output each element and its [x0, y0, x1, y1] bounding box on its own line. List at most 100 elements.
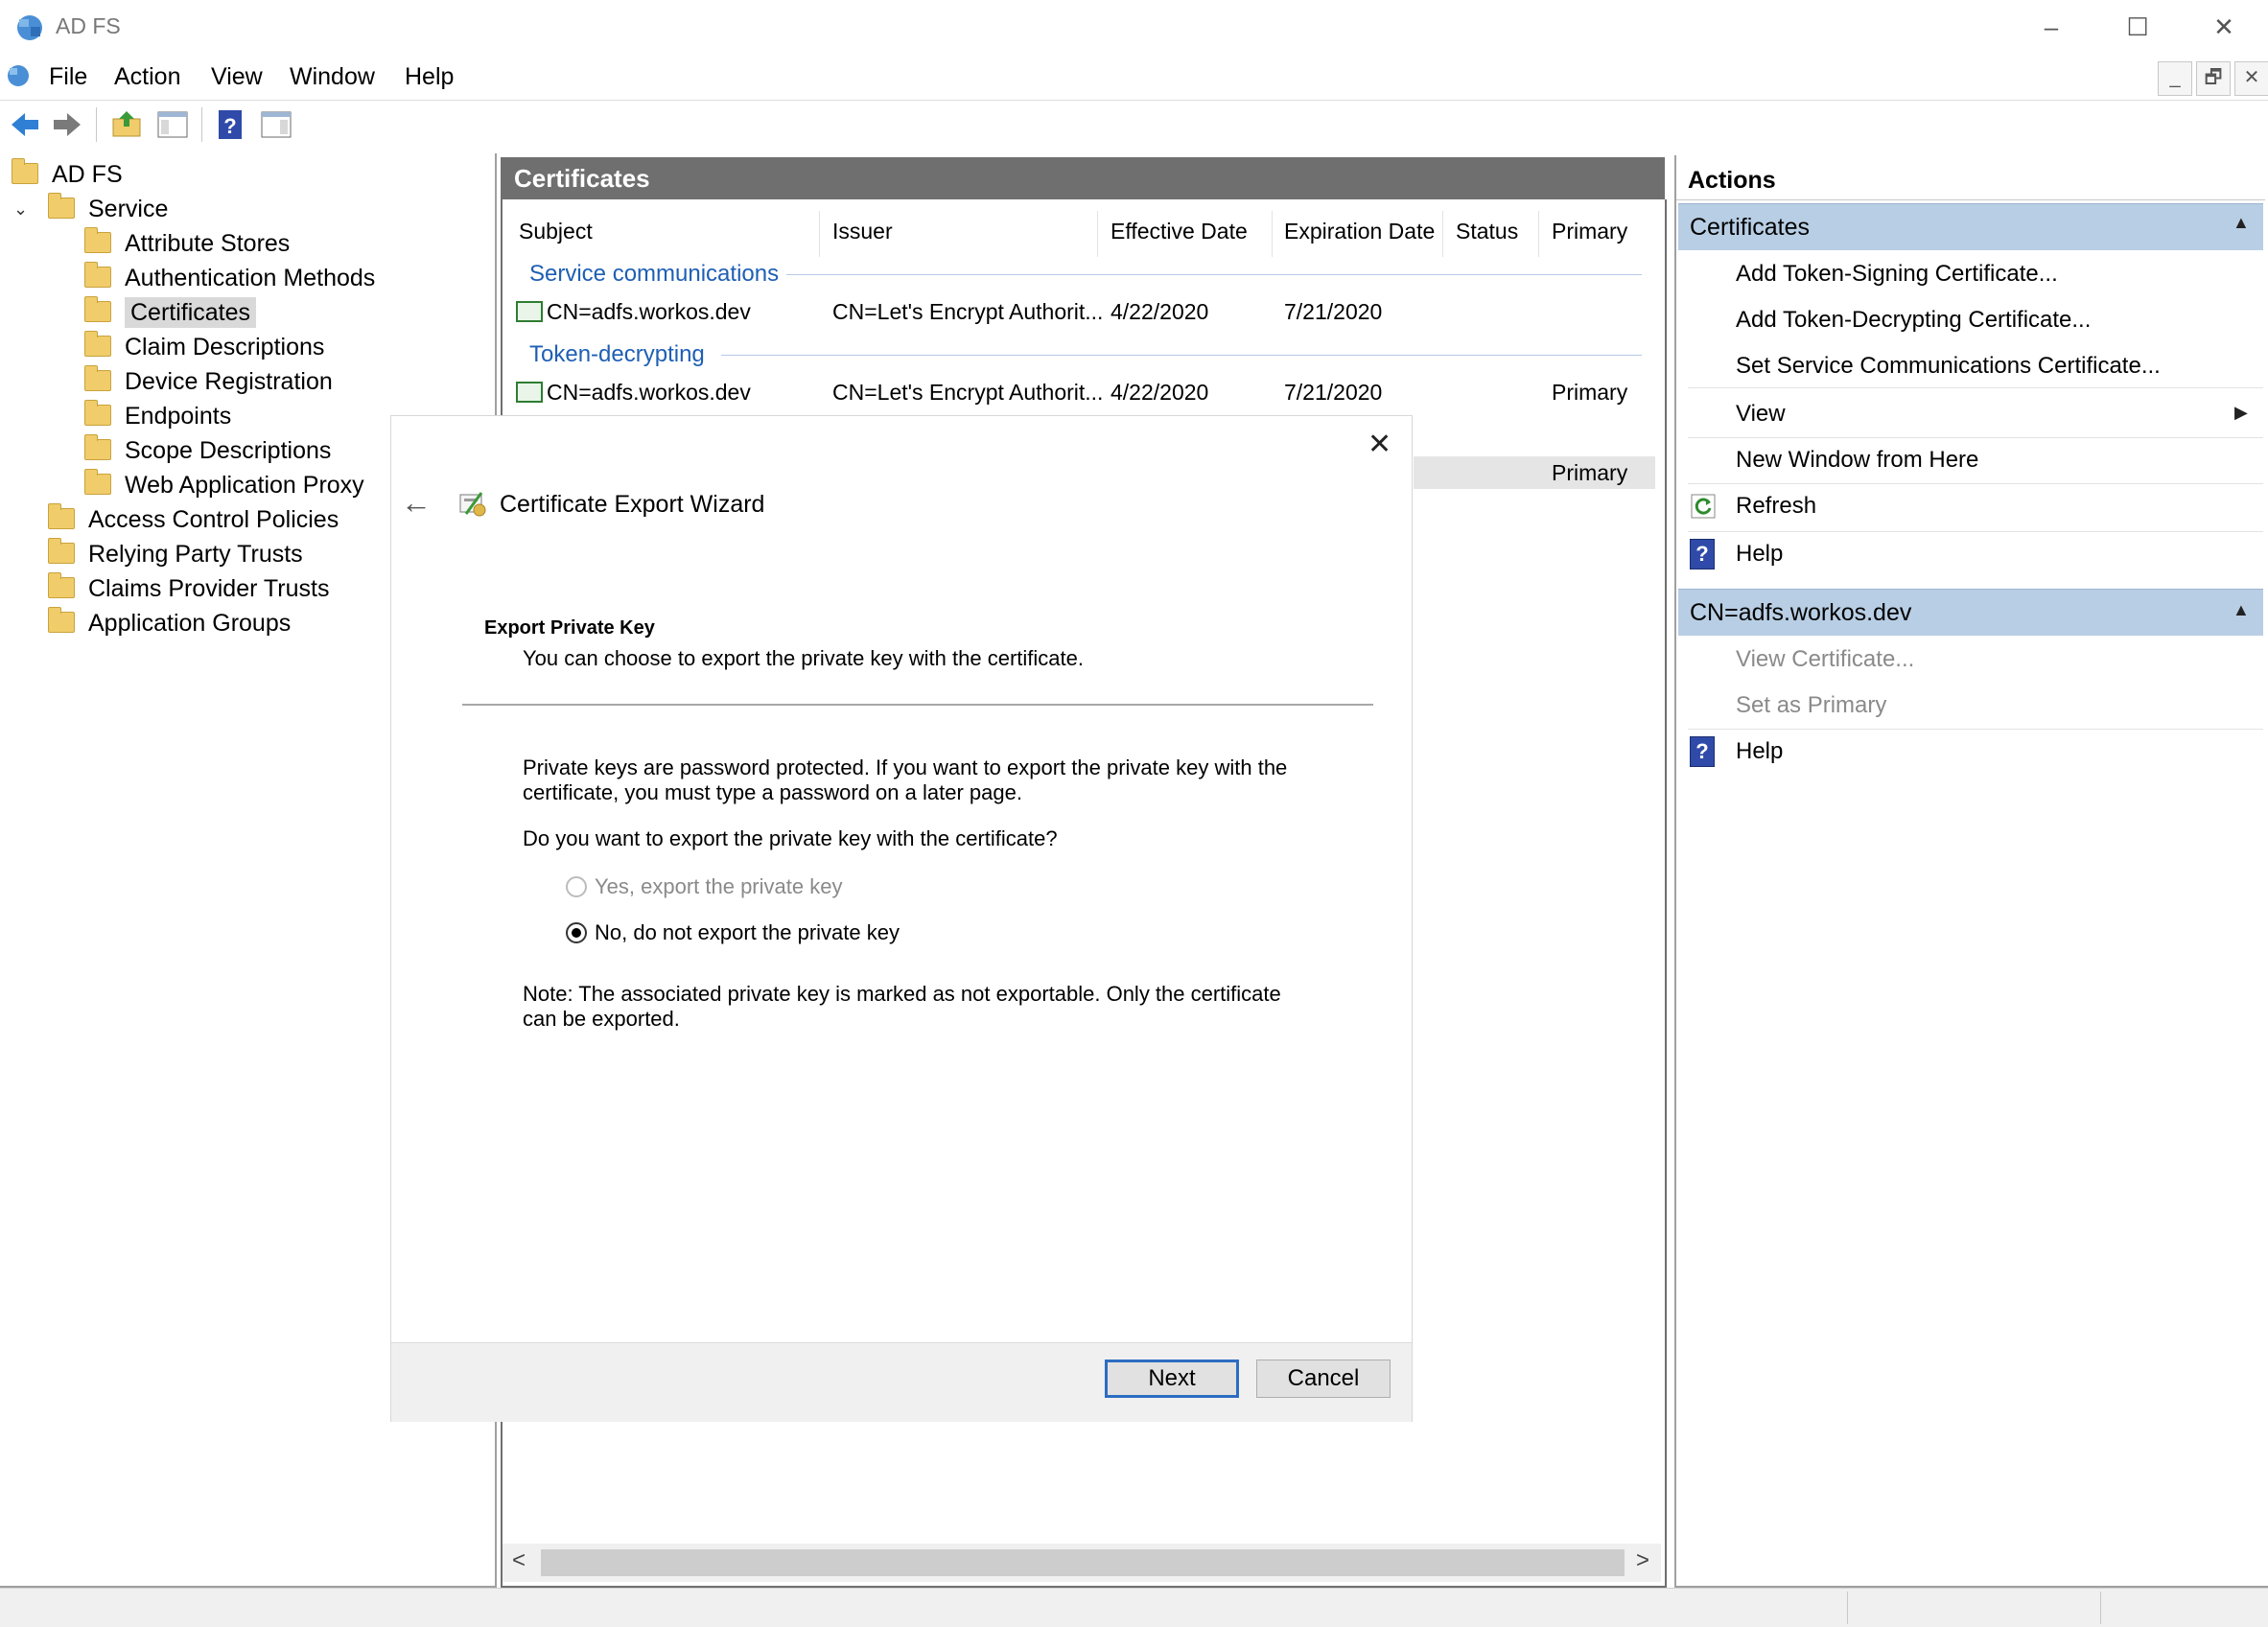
- radio-yes-export: [566, 876, 587, 897]
- actions-separator: [1688, 387, 2263, 388]
- mdi-close-button[interactable]: ✕: [2234, 61, 2268, 96]
- actions-separator: [1688, 729, 2263, 730]
- svg-text:?: ?: [223, 114, 236, 138]
- mdi-restore-button[interactable]: 🗗: [2196, 61, 2231, 96]
- scroll-left-arrow-icon[interactable]: <: [512, 1547, 526, 1574]
- status-divider: [2100, 1592, 2101, 1624]
- console-icon[interactable]: [4, 61, 33, 90]
- folder-icon: [48, 572, 75, 598]
- up-folder-icon[interactable]: [109, 107, 144, 142]
- tree-label: Web Application Proxy: [125, 472, 364, 499]
- column-header-status[interactable]: Status: [1456, 219, 1518, 244]
- folder-icon: [48, 503, 75, 529]
- tree-item-endpoints[interactable]: Endpoints: [84, 400, 231, 435]
- tree-label: Attribute Stores: [125, 230, 291, 257]
- chevron-down-icon[interactable]: ⌄: [13, 199, 28, 220]
- menu-file[interactable]: File: [49, 63, 87, 91]
- tree-item-adfs[interactable]: AD FS: [12, 158, 123, 194]
- tree-item-scope-descriptions[interactable]: Scope Descriptions: [84, 434, 331, 470]
- scroll-right-arrow-icon[interactable]: >: [1636, 1547, 1649, 1574]
- tree-label: AD FS: [52, 161, 123, 188]
- radio-no-export[interactable]: [566, 922, 587, 943]
- cancel-button[interactable]: Cancel: [1256, 1360, 1391, 1398]
- close-window-button[interactable]: ✕: [2181, 6, 2267, 48]
- wizard-close-icon[interactable]: ✕: [1368, 428, 1391, 461]
- status-divider: [1847, 1592, 1848, 1624]
- tree-label: Certificates: [125, 297, 257, 328]
- group-header-service-communications[interactable]: Service communications: [529, 261, 779, 288]
- tree-item-device-registration[interactable]: Device Registration: [84, 365, 333, 401]
- certificate-icon: [516, 382, 543, 403]
- group-header-token-decrypting[interactable]: Token-decrypting: [529, 341, 705, 368]
- row-subject[interactable]: CN=adfs.workos.dev: [547, 299, 751, 325]
- column-divider: [1272, 211, 1273, 257]
- actions-separator: [1688, 531, 2263, 532]
- radio-no-label[interactable]: No, do not export the private key: [595, 920, 900, 945]
- show-hide-action-pane-icon[interactable]: [259, 107, 293, 142]
- tree-item-service[interactable]: Service: [48, 193, 169, 228]
- tree-item-claims-provider-trusts[interactable]: Claims Provider Trusts: [48, 572, 329, 608]
- action-add-token-signing-certificate[interactable]: Add Token-Signing Certificate...: [1736, 261, 2058, 288]
- action-help[interactable]: Help: [1736, 738, 1783, 765]
- menu-window[interactable]: Window: [290, 63, 375, 91]
- tree-item-relying-party-trusts[interactable]: Relying Party Trusts: [48, 538, 303, 573]
- actions-section-certificates[interactable]: Certificates: [1678, 203, 2263, 250]
- title-bar: [0, 0, 2268, 54]
- wizard-info-line-2: certificate, you must type a password on…: [523, 780, 1022, 804]
- tree-label: Access Control Policies: [88, 506, 339, 533]
- adfs-app-icon: [17, 15, 42, 40]
- row-expiration-date: 7/21/2020: [1284, 299, 1383, 324]
- column-header-subject[interactable]: Subject: [519, 219, 593, 244]
- action-help[interactable]: Help: [1736, 541, 1783, 568]
- row-issuer: CN=Let's Encrypt Authorit...: [832, 380, 1104, 405]
- tree-item-claim-descriptions[interactable]: Claim Descriptions: [84, 331, 324, 366]
- tree-item-attribute-stores[interactable]: Attribute Stores: [84, 227, 291, 263]
- column-divider: [1097, 211, 1098, 257]
- column-divider: [1538, 211, 1539, 257]
- folder-icon: [84, 400, 111, 426]
- wizard-title: Certificate Export Wizard: [500, 491, 765, 518]
- minimize-window-button[interactable]: –: [2008, 6, 2094, 48]
- collapse-up-icon[interactable]: ▲: [2233, 213, 2250, 233]
- column-header-expiration-date[interactable]: Expiration Date: [1284, 219, 1435, 244]
- group-divider: [721, 355, 1642, 356]
- menu-help[interactable]: Help: [405, 63, 454, 91]
- next-button[interactable]: Next: [1105, 1360, 1239, 1398]
- action-set-service-communications-certificate[interactable]: Set Service Communications Certificate..…: [1736, 353, 2161, 380]
- folder-icon: [84, 227, 111, 253]
- menu-view[interactable]: View: [211, 63, 263, 91]
- action-refresh[interactable]: Refresh: [1736, 493, 1816, 520]
- scrollbar-thumb[interactable]: [541, 1549, 1625, 1576]
- wizard-header-divider: [462, 704, 1373, 706]
- wizard-info-line-1: Private keys are password protected. If …: [523, 755, 1288, 779]
- forward-arrow-icon[interactable]: [50, 107, 84, 142]
- help-icon[interactable]: ?: [213, 107, 247, 142]
- collapse-up-icon[interactable]: ▲: [2233, 600, 2250, 620]
- tree-item-access-control-policies[interactable]: Access Control Policies: [48, 503, 339, 539]
- action-new-window-from-here[interactable]: New Window from Here: [1736, 447, 1978, 474]
- maximize-window-button[interactable]: ☐: [2094, 6, 2181, 48]
- back-arrow-icon[interactable]: [8, 107, 42, 142]
- certificate-wizard-icon: [459, 492, 486, 517]
- tree-item-certificates[interactable]: Certificates: [84, 296, 257, 332]
- radio-yes-label: Yes, export the private key: [595, 874, 843, 898]
- mdi-minimize-button[interactable]: _: [2158, 61, 2192, 96]
- column-header-primary[interactable]: Primary: [1552, 219, 1627, 244]
- tree-item-web-application-proxy[interactable]: Web Application Proxy: [84, 469, 364, 504]
- action-view[interactable]: View: [1736, 401, 1786, 428]
- tree-item-authentication-methods[interactable]: Authentication Methods: [84, 262, 375, 297]
- tree-label: Service: [88, 196, 169, 222]
- tree-item-application-groups[interactable]: Application Groups: [48, 607, 291, 642]
- folder-icon: [48, 193, 75, 219]
- refresh-icon: [1691, 494, 1716, 519]
- section-title: CN=adfs.workos.dev: [1690, 599, 1912, 626]
- row-subject[interactable]: CN=adfs.workos.dev: [547, 380, 751, 406]
- menu-action[interactable]: Action: [114, 63, 180, 91]
- actions-section-selected-certificate[interactable]: CN=adfs.workos.dev: [1678, 589, 2263, 636]
- column-header-effective-date[interactable]: Effective Date: [1111, 219, 1248, 244]
- action-add-token-decrypting-certificate[interactable]: Add Token-Decrypting Certificate...: [1736, 307, 2091, 334]
- column-header-issuer[interactable]: Issuer: [832, 219, 893, 244]
- wizard-back-arrow-icon[interactable]: ←: [401, 485, 432, 521]
- show-hide-console-tree-icon[interactable]: [155, 107, 190, 142]
- status-bar: [0, 1588, 2268, 1627]
